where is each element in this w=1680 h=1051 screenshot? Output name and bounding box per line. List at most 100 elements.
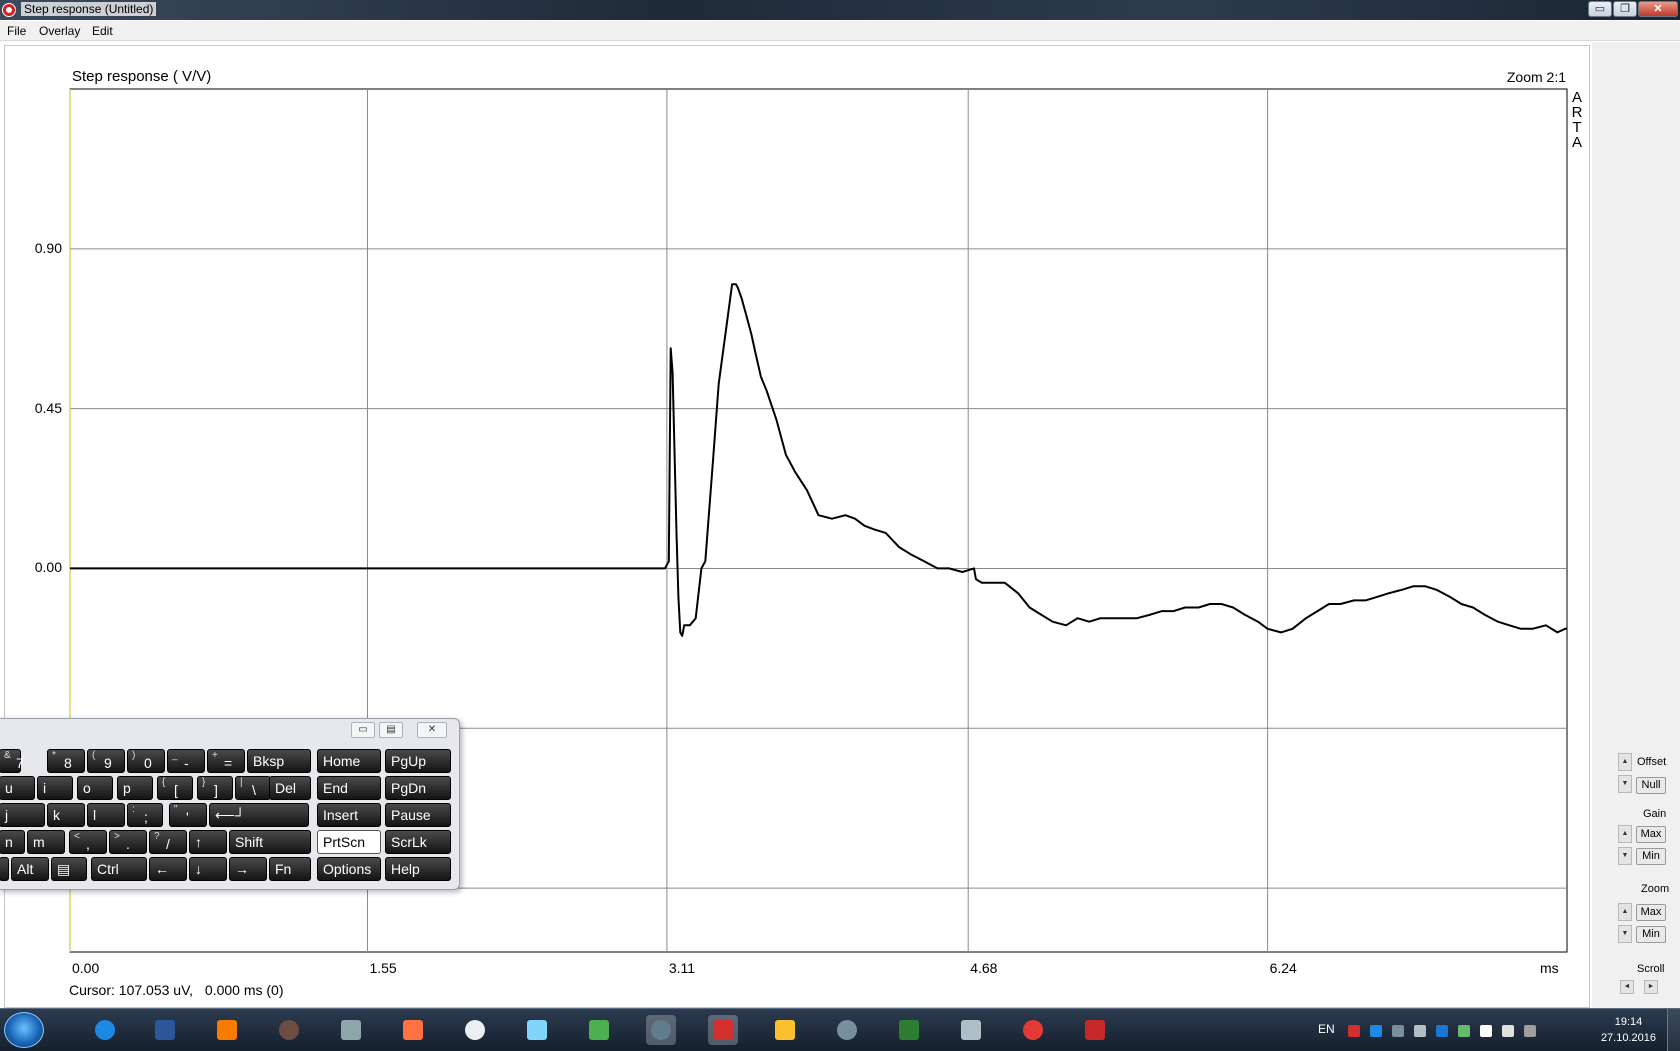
zoom-down-spin[interactable]: ▼ bbox=[1618, 925, 1632, 943]
gain-up-spin[interactable]: ▲ bbox=[1618, 825, 1632, 843]
language-indicator[interactable]: EN bbox=[1318, 1022, 1335, 1036]
osk-key[interactable]: Bksp bbox=[247, 749, 311, 773]
osk-key[interactable]: }] bbox=[197, 776, 233, 800]
osk-key[interactable]: >. bbox=[109, 830, 147, 854]
gain-down-spin[interactable]: ▼ bbox=[1618, 847, 1632, 865]
media-player-icon-glyph bbox=[217, 1020, 237, 1040]
osk-key[interactable]: l bbox=[87, 803, 125, 827]
osk-key[interactable]: Shift bbox=[229, 830, 311, 854]
tray-icon[interactable] bbox=[1458, 1025, 1470, 1037]
audio-meter-icon[interactable] bbox=[584, 1015, 614, 1045]
osk-key[interactable]: ) 0 bbox=[127, 749, 165, 773]
yandex-icon[interactable] bbox=[1080, 1015, 1110, 1045]
omega-icon[interactable] bbox=[646, 1015, 676, 1045]
scroll-right-button[interactable]: ► bbox=[1644, 980, 1658, 994]
scroll-left-button[interactable]: ◄ bbox=[1620, 980, 1634, 994]
remote-desktop-icon[interactable] bbox=[336, 1015, 366, 1045]
graph-icon[interactable] bbox=[956, 1015, 986, 1045]
media-player-icon[interactable] bbox=[212, 1015, 242, 1045]
osk-key[interactable]: → bbox=[229, 857, 267, 881]
tray-icon[interactable] bbox=[1370, 1025, 1382, 1037]
osk-key[interactable]: :; bbox=[127, 803, 163, 827]
osk-key[interactable]: p bbox=[117, 776, 153, 800]
x-tick-label: 0.00 bbox=[72, 960, 100, 976]
osk-key[interactable]: | \ bbox=[235, 776, 271, 800]
photo-viewer-icon[interactable] bbox=[274, 1015, 304, 1045]
osk-key[interactable]: End bbox=[317, 776, 381, 800]
zoom-label: Zoom bbox=[1641, 883, 1670, 895]
gain-min-button[interactable]: Min bbox=[1636, 848, 1666, 865]
yandex-browser-icon[interactable] bbox=[1018, 1015, 1048, 1045]
tray-icon[interactable] bbox=[1524, 1025, 1536, 1037]
oscilloscope-icon[interactable] bbox=[894, 1015, 924, 1045]
offset-down-spin[interactable]: ▼ bbox=[1618, 775, 1632, 793]
osk-key[interactable]: Options bbox=[317, 857, 381, 881]
osk-key[interactable]: Insert bbox=[317, 803, 381, 827]
tray-icon[interactable] bbox=[1392, 1025, 1404, 1037]
osk-key[interactable]: PrtScn bbox=[317, 830, 381, 854]
osk-key[interactable]: (9 bbox=[87, 749, 125, 773]
system-clock[interactable]: 19:14 27.10.2016 bbox=[1601, 1014, 1656, 1046]
osk-key[interactable]: ↓ bbox=[189, 857, 227, 881]
osk-key[interactable]: Pause bbox=[385, 803, 451, 827]
arta-icon[interactable] bbox=[708, 1015, 738, 1045]
start-button[interactable] bbox=[4, 1012, 44, 1048]
zoom-min-button[interactable]: Min bbox=[1636, 926, 1666, 943]
tray-icon[interactable] bbox=[1480, 1025, 1492, 1037]
osk-key[interactable]: ↑ bbox=[189, 830, 227, 854]
osk-restore-button[interactable]: ▤ bbox=[379, 722, 403, 738]
osk-close-button[interactable]: ✕ bbox=[417, 722, 447, 738]
chrome-icon[interactable] bbox=[770, 1015, 800, 1045]
osk-key[interactable]: & 7 bbox=[0, 749, 24, 773]
tray-icon[interactable] bbox=[1502, 1025, 1514, 1037]
osk-key[interactable]: Del bbox=[269, 776, 311, 800]
offset-up-spin[interactable]: ▲ bbox=[1618, 753, 1632, 771]
osk-key[interactable]: PgUp bbox=[385, 749, 451, 773]
osk-minimize-button[interactable]: ▭ bbox=[351, 722, 375, 738]
osk-key[interactable]: ⟵┘ bbox=[209, 803, 309, 827]
osk-key[interactable] bbox=[0, 857, 9, 881]
osk-key[interactable]: _ - bbox=[167, 749, 205, 773]
osk-key[interactable]: n bbox=[0, 830, 25, 854]
cursor-time: 0.000 ms (0) bbox=[204, 982, 284, 998]
osk-key[interactable]: ? / bbox=[149, 830, 187, 854]
osk-key[interactable]: <, bbox=[69, 830, 107, 854]
tray-icon[interactable] bbox=[1414, 1025, 1426, 1037]
osk-key[interactable]: PgDn bbox=[385, 776, 451, 800]
osk-key[interactable]: m bbox=[27, 830, 65, 854]
osk-key[interactable]: Fn bbox=[269, 857, 311, 881]
osk-key[interactable]: " ' bbox=[169, 803, 207, 827]
osk-key[interactable]: Ctrl bbox=[91, 857, 147, 881]
tray-icon[interactable] bbox=[1436, 1025, 1448, 1037]
osk-key[interactable]: Home bbox=[317, 749, 381, 773]
internet-explorer-icon[interactable] bbox=[90, 1015, 120, 1045]
fox-icon[interactable] bbox=[460, 1015, 490, 1045]
osk-key[interactable]: ▤ bbox=[51, 857, 87, 881]
null-button[interactable]: Null bbox=[1636, 777, 1666, 794]
tray-icon[interactable] bbox=[1348, 1025, 1360, 1037]
zoom-up-spin[interactable]: ▲ bbox=[1618, 903, 1632, 921]
on-screen-keyboard[interactable]: ▭ ▤ ✕ & 7 * 8(9) 0 _ - + = Bksp Home PgUp u i o p{[}] | \… bbox=[0, 718, 460, 890]
osk-key[interactable]: j bbox=[0, 803, 45, 827]
osk-key-shift-glyph: " bbox=[174, 804, 178, 815]
osk-key[interactable]: o bbox=[77, 776, 113, 800]
osk-key[interactable]: {[ bbox=[157, 776, 193, 800]
osk-titlebar[interactable]: ▭ ▤ ✕ bbox=[0, 719, 459, 741]
osk-key[interactable]: ScrLk bbox=[385, 830, 451, 854]
calculator-icon[interactable] bbox=[522, 1015, 552, 1045]
pdf-viewer-icon[interactable] bbox=[398, 1015, 428, 1045]
osk-key[interactable]: ← bbox=[149, 857, 187, 881]
zoom-max-button[interactable]: Max bbox=[1636, 904, 1666, 921]
show-desktop-button[interactable] bbox=[1667, 1009, 1680, 1051]
osk-key[interactable]: u bbox=[0, 776, 35, 800]
gain-label: Gain bbox=[1643, 808, 1667, 820]
osk-key[interactable]: i bbox=[37, 776, 73, 800]
osk-key[interactable]: Help bbox=[385, 857, 451, 881]
osk-key[interactable]: + = bbox=[207, 749, 245, 773]
osk-key[interactable]: Alt bbox=[11, 857, 49, 881]
word-icon[interactable] bbox=[150, 1015, 180, 1045]
osk-key[interactable]: k bbox=[47, 803, 85, 827]
monitor-icon[interactable] bbox=[832, 1015, 862, 1045]
osk-key[interactable]: * 8 bbox=[47, 749, 85, 773]
gain-max-button[interactable]: Max bbox=[1636, 826, 1666, 843]
